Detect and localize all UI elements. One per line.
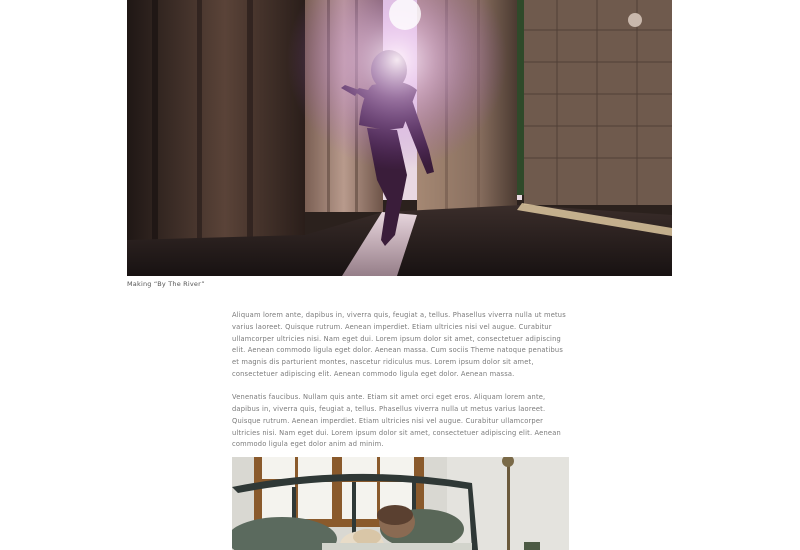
bedroom-photo-graphic: [232, 457, 569, 550]
article-paragraph: Venenatis faucibus. Nullam quis ante. Et…: [232, 393, 561, 449]
image-caption: Making “By The River”: [127, 280, 205, 288]
hero-photo-graphic: [127, 0, 672, 276]
article-paragraph: Aliquam lorem ante, dapibus in, viverra …: [232, 311, 566, 378]
article-body: Aliquam lorem ante, dapibus in, viverra …: [232, 310, 572, 451]
hero-image: [127, 0, 672, 276]
second-image: [232, 457, 569, 550]
